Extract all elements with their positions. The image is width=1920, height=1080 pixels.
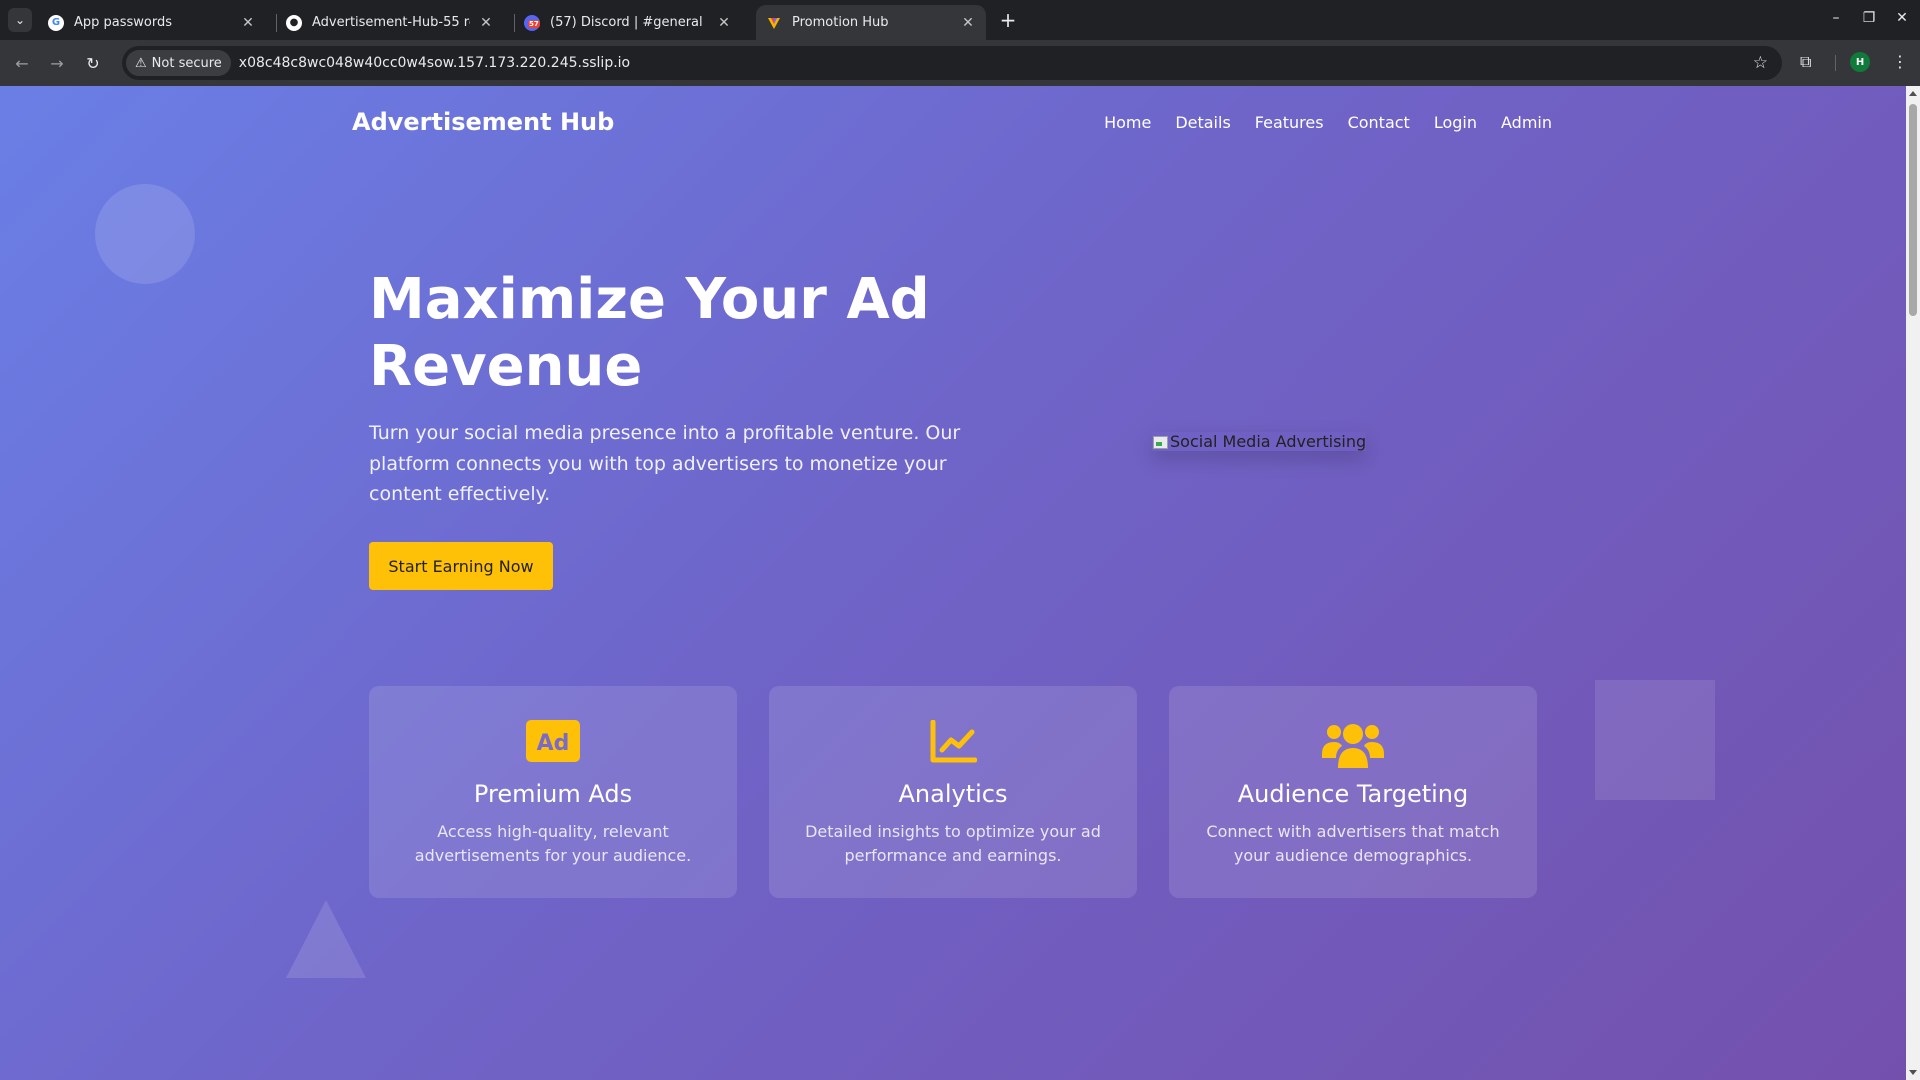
ad-icon: Ad	[369, 720, 737, 764]
tab-strip: ⌄ G App passwords ✕ ● Advertisement-Hub-…	[0, 0, 1920, 40]
hero-title: Maximize Your Ad Revenue	[369, 267, 930, 399]
feature-description: Access high-quality, relevant advertisem…	[414, 822, 692, 865]
google-icon: G	[48, 14, 64, 31]
tab-title: Promotion Hub	[792, 15, 889, 30]
tab-title: App passwords	[74, 15, 173, 30]
feature-card-audience-targeting: Audience Targeting Connect with advertis…	[1169, 686, 1537, 898]
chevron-down-icon: ⌄	[14, 13, 26, 27]
close-icon[interactable]: ✕	[716, 15, 732, 31]
tab-title: Advertisement-Hub-55 repo	[312, 15, 470, 30]
menu-kebab-icon[interactable]: ⋮	[1892, 52, 1908, 71]
nav-link-login[interactable]: Login	[1434, 113, 1477, 132]
close-icon[interactable]: ✕	[478, 15, 494, 31]
hero-image-alt: Social Media Advertising	[1170, 432, 1367, 451]
feature-title: Premium Ads	[473, 780, 633, 808]
notification-badge: 57	[528, 19, 540, 28]
hero-image: Social Media Advertising	[1152, 432, 1366, 451]
tab-search-button[interactable]: ⌄	[8, 8, 32, 32]
extensions-icon[interactable]: ⧉	[1800, 52, 1811, 72]
feature-title: Analytics	[898, 780, 1008, 808]
feature-card-analytics: Analytics Detailed insights to optimize …	[769, 686, 1137, 898]
close-window-icon[interactable]: ✕	[1892, 10, 1912, 26]
security-label: Not secure	[151, 55, 222, 71]
reload-icon[interactable]: ↻	[80, 50, 106, 76]
main-nav: Home Details Features Contact Login Admi…	[1104, 113, 1552, 132]
feature-description: Connect with advertisers that match your…	[1206, 822, 1500, 865]
start-earning-button[interactable]: Start Earning Now	[369, 542, 553, 590]
address-bar[interactable]: ⚠ Not secure x08c48c8wc048w40cc0w4sow.15…	[122, 46, 1782, 80]
url-text[interactable]: x08c48c8wc048w40cc0w4sow.157.173.220.245…	[239, 55, 630, 71]
nav-link-home[interactable]: Home	[1104, 113, 1151, 132]
discord-icon: 57	[524, 14, 540, 31]
forward-icon[interactable]: →	[44, 50, 70, 76]
promotion-hub-icon	[766, 15, 782, 31]
tab-promotion-hub[interactable]: Promotion Hub ✕	[756, 5, 986, 40]
close-icon[interactable]: ✕	[960, 15, 976, 31]
users-icon	[1169, 720, 1537, 768]
scroll-thumb[interactable]	[1909, 104, 1917, 316]
decorative-circle	[95, 184, 195, 284]
browser-toolbar: ← → ↻ ⚠ Not secure x08c48c8wc048w40cc0w4…	[0, 40, 1920, 86]
chart-line-icon	[769, 720, 1137, 764]
decorative-triangle	[286, 900, 366, 978]
page-scrollbar[interactable]	[1906, 86, 1920, 1080]
plus-icon: +	[999, 8, 1017, 32]
nav-link-contact[interactable]: Contact	[1348, 113, 1410, 132]
toolbar-divider	[1835, 55, 1836, 71]
tab-app-passwords[interactable]: G App passwords ✕	[38, 5, 266, 40]
tab-discord[interactable]: 57 (57) Discord | #general | Er ✕	[514, 5, 742, 40]
tab-title: (57) Discord | #general | Er	[550, 15, 708, 30]
warning-icon: ⚠	[135, 55, 147, 71]
svg-text:Ad: Ad	[537, 731, 570, 756]
broken-image-icon	[1152, 434, 1168, 450]
feature-description: Detailed insights to optimize your ad pe…	[805, 822, 1101, 865]
scroll-up-icon[interactable]	[1909, 91, 1917, 96]
security-chip[interactable]: ⚠ Not secure	[126, 50, 231, 76]
back-icon[interactable]: ←	[9, 50, 35, 76]
site-brand[interactable]: Advertisement Hub	[352, 108, 614, 136]
minimize-icon[interactable]: –	[1826, 10, 1846, 26]
feature-card-premium-ads: Ad Premium Ads Access high-quality, rele…	[369, 686, 737, 898]
restore-icon[interactable]: ❐	[1859, 10, 1879, 26]
close-icon[interactable]: ✕	[240, 15, 256, 31]
feature-title: Audience Targeting	[1237, 780, 1469, 808]
bookmark-star-icon[interactable]: ☆	[1753, 53, 1768, 73]
tab-github-repo[interactable]: ● Advertisement-Hub-55 repo ✕	[276, 5, 504, 40]
new-tab-button[interactable]: +	[996, 8, 1020, 32]
github-icon: ●	[286, 14, 302, 31]
nav-link-features[interactable]: Features	[1255, 113, 1324, 132]
hero-subtitle: Turn your social media presence into a p…	[369, 422, 961, 505]
profile-avatar[interactable]: H	[1850, 52, 1870, 72]
decorative-square	[1595, 680, 1715, 800]
nav-link-details[interactable]: Details	[1175, 113, 1230, 132]
page-viewport: Advertisement Hub Home Details Features …	[0, 86, 1920, 1080]
scroll-down-icon[interactable]	[1909, 1070, 1917, 1075]
nav-link-admin[interactable]: Admin	[1501, 113, 1552, 132]
